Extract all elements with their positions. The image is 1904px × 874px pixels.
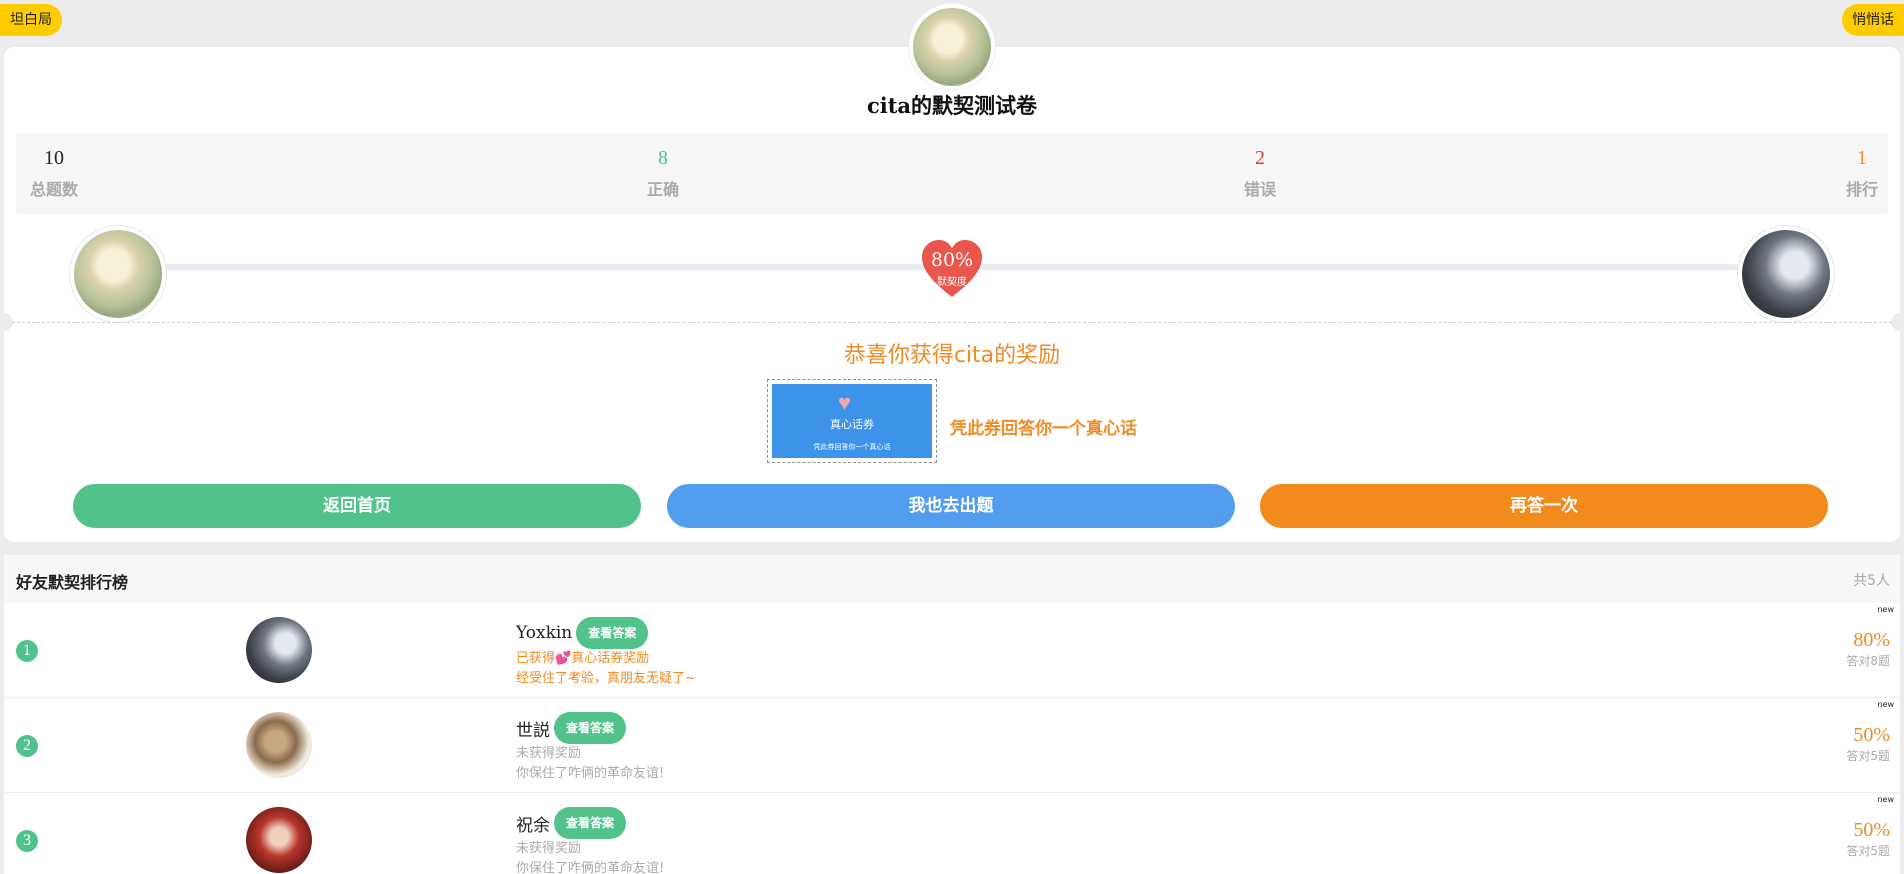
- ranking-count: 共5人: [1853, 573, 1890, 589]
- dashed-divider: [12, 322, 1892, 323]
- stat-correct-value: 8: [658, 147, 668, 169]
- reward-text: 凭此券回答你一个真心话: [950, 419, 1137, 439]
- tanbaiju-tab[interactable]: 坦白局: [0, 4, 62, 36]
- friend-comment: 经受住了考验，真朋友无疑了~: [516, 671, 696, 686]
- stat-total-label: 总题数: [29, 180, 78, 199]
- user-avatar: [1738, 226, 1834, 322]
- friend-correct-count: 答对8题: [1846, 654, 1890, 668]
- avatar: [246, 712, 312, 778]
- rank-badge: 3: [16, 830, 38, 852]
- reward-status: 已获得💕真心话券奖励: [516, 651, 650, 666]
- avatar: [246, 617, 312, 683]
- coupon-subtitle: 凭此券回答你一个真心话: [813, 443, 891, 451]
- friend-correct-count: 答对5题: [1846, 749, 1890, 763]
- friend-percent: 50%: [1853, 724, 1890, 746]
- friend-comment: 你保住了咋俩的革命友谊!: [516, 861, 665, 874]
- coupon-title: 真心话券: [830, 418, 874, 431]
- stat-wrong-value: 2: [1255, 147, 1265, 169]
- ticket-notch-right: [1891, 313, 1904, 331]
- stat-wrong: 2 错误: [1240, 133, 1280, 200]
- friend-name: Yoxkin: [516, 623, 573, 643]
- stat-total-value: 10: [44, 147, 64, 169]
- coupon-image: ♥ 真心话券 凭此券回答你一个真心话: [767, 379, 937, 463]
- reward-title: 恭喜你获得cita的奖励: [843, 343, 1061, 368]
- result-card: cita的默契测试卷 10 总题数 8 正确 2 错误 1 排行 80% 默契度: [0, 47, 1904, 542]
- stat-rank-label: 排行: [1845, 180, 1878, 199]
- ranking-header: 好友默契排行榜 共5人: [4, 555, 1900, 603]
- hearts-icon: 💕: [555, 651, 572, 666]
- ranking-row: 3 祝余 查看答案 未获得奖励 你保住了咋俩的革命友谊! new 50% 答对5…: [4, 793, 1900, 874]
- coupon-heart-icon: ♥: [838, 390, 852, 415]
- friend-comment: 你保住了咋俩的革命友谊!: [516, 766, 665, 781]
- qiaoqiaohua-tab[interactable]: 悄悄话: [1842, 4, 1904, 36]
- new-tag: new: [1877, 700, 1894, 709]
- ranking-row: 2 世説 查看答案 未获得奖励 你保住了咋俩的革命友谊! new 50% 答对5…: [4, 698, 1900, 793]
- new-tag: new: [1877, 605, 1894, 614]
- friend-percent: 80%: [1853, 629, 1890, 651]
- reward-status: 未获得奖励: [516, 746, 582, 761]
- heart-icon: 80% 默契度: [920, 237, 984, 301]
- friend-name: 世説: [516, 720, 550, 741]
- stat-wrong-label: 错误: [1243, 180, 1276, 199]
- stat-total: 10 总题数: [26, 133, 82, 200]
- match-percent: 80%: [930, 249, 974, 271]
- match-label: 默契度: [937, 277, 967, 288]
- author-avatar: [909, 4, 995, 90]
- friend-correct-count: 答对5题: [1846, 844, 1890, 858]
- page-title: cita的默契测试卷: [866, 93, 1038, 118]
- view-answer-button[interactable]: 查看答案: [554, 807, 627, 839]
- ranking-title: 好友默契排行榜: [16, 573, 129, 592]
- new-tag: new: [1877, 795, 1894, 804]
- friend-percent: 50%: [1853, 819, 1890, 841]
- view-answer-button[interactable]: 查看答案: [554, 712, 627, 744]
- ranking-row: 1 Yoxkin 查看答案 已获得💕真心话券奖励 经受住了考验，真朋友无疑了~ …: [4, 603, 1900, 698]
- ranking-panel: 好友默契排行榜 共5人 1 Yoxkin 查看答案 已获得💕真心话券奖励 经受住…: [4, 555, 1900, 874]
- home-button[interactable]: 返回首页: [73, 484, 641, 528]
- stat-rank: 1 排行: [1842, 133, 1882, 200]
- stats-bar: 10 总题数 8 正确 2 错误 1 排行: [16, 133, 1888, 214]
- rank-badge: 1: [16, 640, 38, 662]
- match-meter: 80% 默契度: [4, 220, 1900, 322]
- stat-correct-label: 正确: [646, 180, 679, 199]
- create-quiz-button[interactable]: 我也去出题: [667, 484, 1235, 528]
- author-avatar-small: [70, 226, 166, 322]
- avatar: [246, 807, 312, 873]
- view-answer-button[interactable]: 查看答案: [576, 617, 649, 649]
- stat-rank-value: 1: [1857, 147, 1867, 169]
- stat-correct: 8 正确: [643, 133, 683, 200]
- friend-name: 祝余: [516, 815, 550, 836]
- reward-status: 未获得奖励: [516, 841, 582, 856]
- rank-badge: 2: [16, 735, 38, 757]
- retry-button[interactable]: 再答一次: [1260, 484, 1828, 528]
